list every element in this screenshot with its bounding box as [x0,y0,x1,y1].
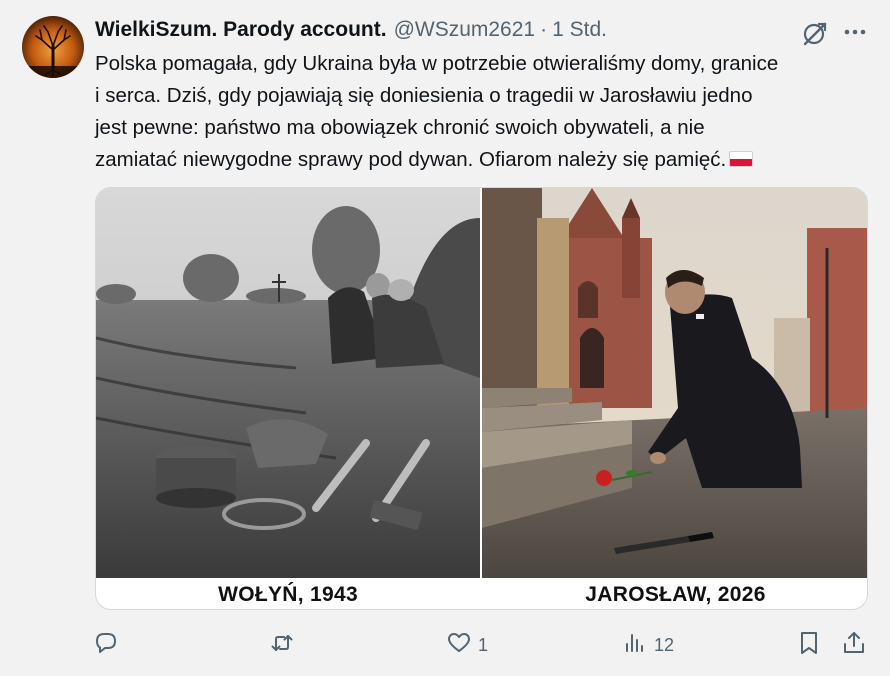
tweet-text-line: i serca. Dziś, gdy pojawiają się doniesi… [95,84,753,107]
poland-flag-icon [729,151,754,167]
views-button[interactable]: 12 [622,628,674,662]
grok-icon[interactable] [800,18,830,48]
share-button[interactable] [841,628,867,662]
timestamp[interactable]: 1 Std. [552,18,607,42]
pot [156,446,236,508]
views-icon [622,630,648,661]
caption-left: WOŁYŃ, 1943 [218,583,358,606]
tweet-text: Polska pomagała, gdy Ukraina była w potr… [95,48,875,176]
media-image[interactable]: WOŁYŃ, 1943 JAROSŁAW, 2026 [95,187,868,610]
like-icon [446,630,472,661]
action-bar: 1 12 [93,628,873,662]
church [560,188,652,408]
reply-icon [93,630,119,661]
separator-dot: · [540,18,548,41]
retweet-button[interactable] [269,628,301,662]
more-icon[interactable] [840,20,870,44]
tweet-text-line: jest pewne: państwo ma obowiązek chronić… [95,116,705,139]
views-count: 12 [654,634,675,655]
bookmark-button[interactable] [796,628,822,662]
avatar[interactable] [22,16,84,78]
share-icon [841,630,867,661]
tweet: WielkiSzum. Parody account. @WSzum2621 ·… [0,0,890,676]
tweet-text-line: zamiatać niewygodne sprawy pod dywan. Of… [95,148,727,171]
media-panel-right [482,188,867,578]
retweet-icon [269,630,295,661]
user-handle[interactable]: @WSzum2621 [394,18,536,42]
like-count: 1 [478,634,489,655]
like-button[interactable]: 1 [446,628,488,662]
caption-right: JAROSŁAW, 2026 [585,583,766,606]
media-panel-left [96,188,480,578]
bookmark-icon [796,630,822,661]
tweet-header: WielkiSzum. Parody account. @WSzum2621 ·… [95,18,607,46]
tweet-text-line: Polska pomagała, gdy Ukraina była w potr… [95,52,779,75]
reply-button[interactable] [93,628,125,662]
display-name[interactable]: WielkiSzum. Parody account. [95,18,387,42]
tweet-text-line-last: zamiatać niewygodne sprawy pod dywan. Of… [95,144,875,176]
